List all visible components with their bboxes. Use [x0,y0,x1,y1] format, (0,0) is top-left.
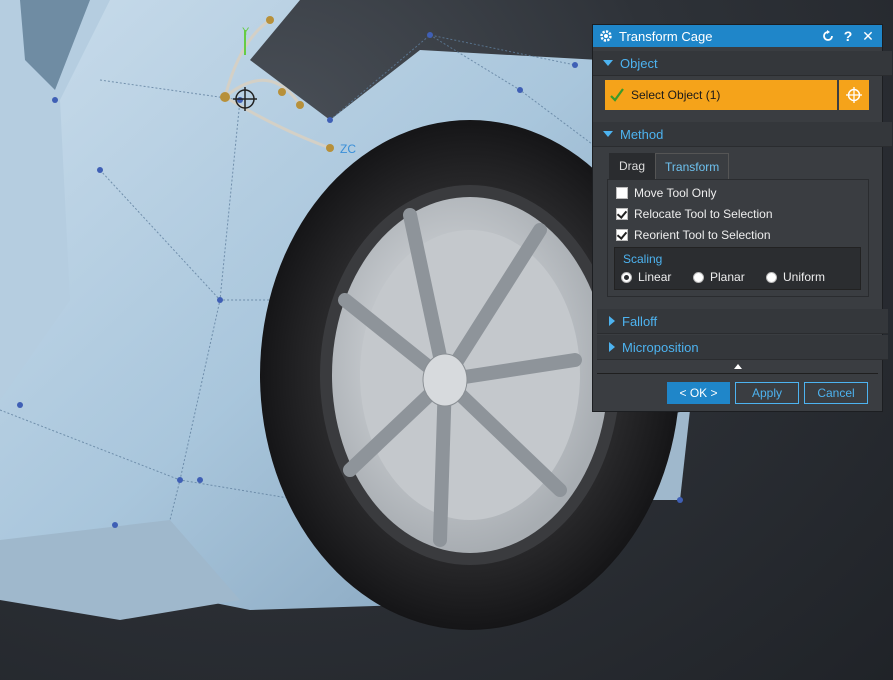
relocate-tool-checkbox[interactable]: Relocate Tool to Selection [616,207,773,221]
select-object-button[interactable]: Select Object (1) [605,80,837,110]
axis-label-y: Y [242,26,250,38]
tab-drag[interactable]: Drag [609,153,656,179]
reset-icon[interactable] [820,28,836,44]
tab-transform[interactable]: Transform [655,153,730,179]
checkbox-box [616,229,628,241]
apply-button[interactable]: Apply [735,382,799,404]
reorient-tool-checkbox[interactable]: Reorient Tool to Selection [616,228,771,242]
radio-uniform[interactable]: Uniform [766,270,825,284]
dialog-buttons: < OK > Apply Cancel [667,382,868,404]
collapse-dialog-bar[interactable] [597,359,878,374]
section-falloff-label: Falloff [622,313,658,329]
radio-dot [621,271,632,283]
radio-label: Planar [710,270,745,284]
move-tool-only-checkbox[interactable]: Move Tool Only [616,186,716,200]
radio-dot [693,271,704,283]
help-icon[interactable]: ? [840,28,856,44]
transform-cage-dialog: Transform Cage ? ✕ Object Select Object … [592,24,892,412]
cancel-button[interactable]: Cancel [804,382,868,404]
checkbox-box [616,187,628,199]
target-icon[interactable] [839,80,869,110]
transform-tab-panel: Move Tool Only Relocate Tool to Selectio… [607,179,869,297]
gear-icon [599,29,613,43]
scaling-group: Scaling Linear Planar Uniform [614,247,861,290]
ok-button[interactable]: < OK > [667,382,730,404]
option-label: Reorient Tool to Selection [634,228,771,242]
radio-linear[interactable]: Linear [621,270,671,284]
select-object-row: Select Object (1) [605,80,869,110]
section-method-label: Method [620,126,664,142]
section-falloff-header[interactable]: Falloff [597,309,888,334]
close-icon[interactable]: ✕ [860,28,876,44]
section-method-header[interactable]: Method [593,122,892,147]
arrow-up-icon [733,363,742,369]
axis-label-zc: ZC [340,142,356,156]
collapse-arrow-icon [609,316,615,326]
checkmark-icon [610,88,624,102]
expand-arrow-icon [603,131,613,137]
section-object-header[interactable]: Object [593,51,892,76]
section-microposition-label: Microposition [622,339,699,355]
section-object-label: Object [620,55,658,71]
option-label: Relocate Tool to Selection [634,207,773,221]
dialog-title: Transform Cage [619,28,713,44]
radio-label: Linear [638,270,672,284]
select-object-label: Select Object (1) [631,88,721,102]
collapse-arrow-icon [609,342,615,352]
checkbox-box [616,208,628,220]
dialog-titlebar[interactable]: Transform Cage ? ✕ [593,25,882,47]
section-microposition-header[interactable]: Microposition [597,335,888,360]
method-tabs: Drag Transform [609,153,730,179]
scaling-label: Scaling [623,252,663,266]
radio-planar[interactable]: Planar [693,270,745,284]
radio-label: Uniform [783,270,826,284]
expand-arrow-icon [603,60,613,66]
radio-dot [766,271,777,283]
option-label: Move Tool Only [634,186,717,200]
